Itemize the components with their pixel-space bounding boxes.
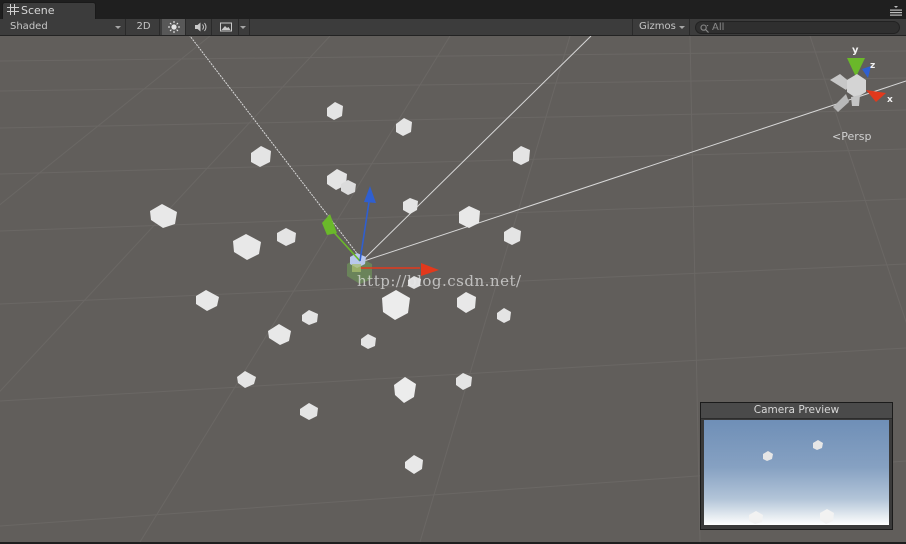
chevron-down-icon <box>679 26 685 29</box>
gizmo-x-cone-icon <box>866 90 886 102</box>
gizmo-z-label: z <box>870 61 875 71</box>
audio-toggle-button[interactable] <box>188 19 212 35</box>
scene-toolbar: Shaded 2D Gizmos All <box>0 19 906 36</box>
gizmos-dropdown[interactable]: Gizmos <box>632 19 690 35</box>
lighting-toggle-button[interactable] <box>162 19 186 35</box>
tab-scene[interactable]: Scene <box>2 2 96 19</box>
z-axis-arrow-icon <box>364 186 376 203</box>
gizmo-y-cone-icon <box>847 58 865 77</box>
chevron-down-icon <box>240 26 246 29</box>
camera-preview-panel: Camera Preview <box>700 402 893 530</box>
search-placeholder: All <box>712 22 725 33</box>
menu-icon[interactable] <box>890 6 902 16</box>
effects-dropdown-button[interactable] <box>238 19 250 35</box>
projection-toggle[interactable]: <Persp <box>832 130 871 143</box>
camera-frustum <box>189 36 906 262</box>
gizmos-label: Gizmos <box>639 21 676 32</box>
sun-icon <box>168 21 180 33</box>
camera-preview-view <box>704 420 889 525</box>
effects-toggle-button[interactable] <box>214 19 238 35</box>
unity-scene-window: Scene Shaded 2D Gizmos All y z x <Persp … <box>0 0 906 544</box>
gizmo-x-label: x <box>887 95 893 105</box>
shading-mode-dropdown[interactable]: Shaded <box>4 19 126 35</box>
projection-label: Persp <box>841 130 872 143</box>
scene-viewport[interactable]: y z x <Persp http://blog.csdn.net/ Camer… <box>0 36 906 542</box>
gizmo-y-label: y <box>852 45 859 56</box>
speaker-icon <box>195 22 207 32</box>
search-icon <box>700 24 709 33</box>
grid-icon <box>7 4 19 15</box>
tab-scene-label: Scene <box>21 4 55 17</box>
toggle-2d-button[interactable]: 2D <box>128 19 160 35</box>
camera-preview-render <box>749 440 834 524</box>
camera-preview-title: Camera Preview <box>701 403 892 419</box>
image-icon <box>220 22 232 32</box>
orientation-gizmo[interactable] <box>830 58 886 112</box>
move-gizmo[interactable] <box>322 186 439 284</box>
search-input[interactable]: All <box>695 21 900 34</box>
chevron-down-icon <box>115 26 121 29</box>
chevron-left-icon: < <box>832 130 842 143</box>
watermark-text: http://blog.csdn.net/ <box>357 272 522 290</box>
shading-mode-label: Shaded <box>10 21 48 32</box>
tab-bar: Scene <box>0 0 906 19</box>
